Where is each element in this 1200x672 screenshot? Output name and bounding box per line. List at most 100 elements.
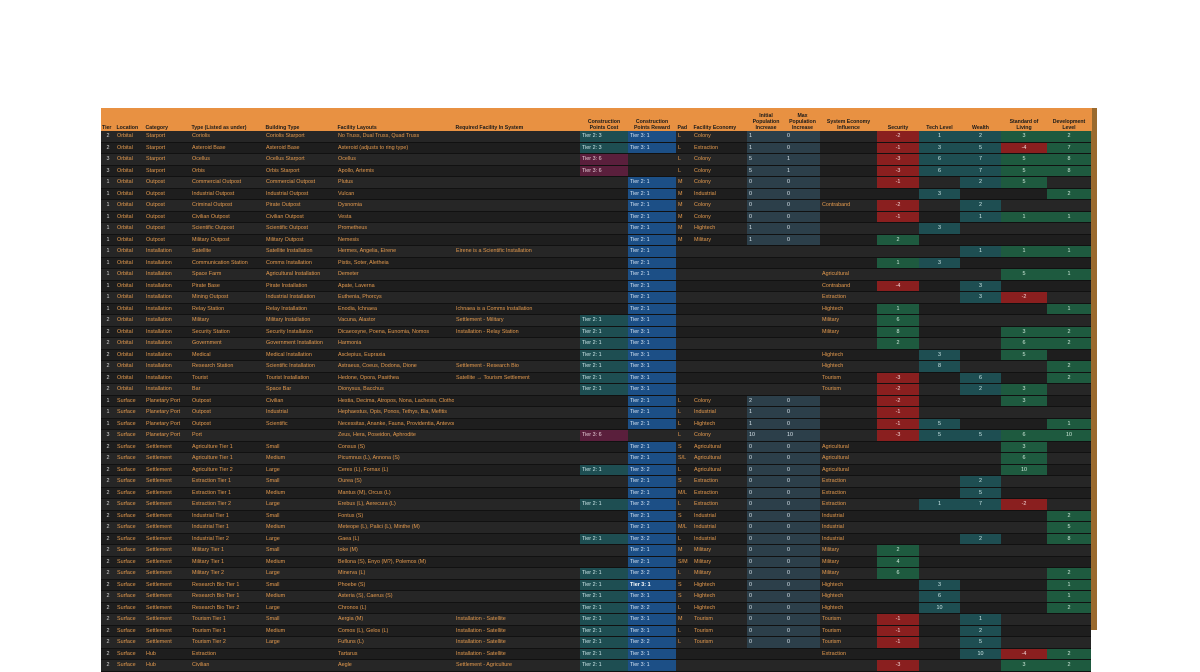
table-cell[interactable]: 6 [960,372,1001,384]
table-cell[interactable]: Large [264,464,336,476]
table-cell[interactable] [454,153,580,166]
table-cell[interactable] [454,579,580,591]
table-cell[interactable]: Tier 2: 1 [580,326,628,338]
table-cell[interactable] [692,291,747,304]
table-cell[interactable]: Extraction [820,648,877,660]
table-cell[interactable] [692,372,747,384]
table-cell[interactable] [747,257,785,269]
table-cell[interactable] [676,360,692,373]
table-cell[interactable]: 3 [919,257,960,269]
table-cell[interactable]: Settlement [144,544,190,557]
table-cell[interactable] [628,165,676,177]
table-cell[interactable]: 1 [1047,579,1091,591]
table-cell[interactable] [919,636,960,649]
table-cell[interactable]: 0 [785,498,820,511]
table-cell[interactable]: 0 [785,142,820,154]
table-cell[interactable]: 0 [747,475,785,488]
table-cell[interactable]: 0 [785,395,820,407]
table-cell[interactable]: Tier 2: 3 [580,142,628,154]
table-cell[interactable]: Industrial [264,406,336,419]
table-cell[interactable]: 2 [101,625,115,637]
table-cell[interactable]: 0 [785,510,820,522]
table-cell[interactable]: Tier 2: 1 [628,188,676,200]
table-cell[interactable] [747,383,785,396]
table-cell[interactable]: 1 [960,245,1001,258]
table-cell[interactable] [1047,441,1091,453]
table-cell[interactable]: 0 [747,510,785,522]
table-cell[interactable] [454,395,580,407]
table-cell[interactable]: Settlement [144,498,190,511]
table-cell[interactable]: 2 [1047,510,1091,522]
table-cell[interactable] [454,429,580,442]
table-cell[interactable]: M/L [676,521,692,534]
table-cell[interactable]: Scientific Outpost [190,222,264,235]
table-cell[interactable]: 10 [919,602,960,614]
table-cell[interactable]: Mantus (M), Orcus (L) [336,487,454,499]
table-cell[interactable]: Tier 2: 1 [580,337,628,350]
table-cell[interactable] [919,648,960,660]
table-cell[interactable]: Industrial Tier 1 [190,510,264,522]
table-cell[interactable]: Hightech [820,579,877,591]
table-cell[interactable]: Agriculture Tier 2 [190,464,264,476]
table-cell[interactable]: -2 [877,199,919,212]
table-cell[interactable]: M [676,211,692,223]
table-cell[interactable]: Tier 2: 1 [628,487,676,499]
table-cell[interactable]: 0 [747,498,785,511]
table-cell[interactable]: Starport [144,165,190,177]
table-cell[interactable] [454,383,580,396]
table-cell[interactable]: Tier 2: 1 [580,625,628,637]
table-cell[interactable] [747,314,785,327]
table-cell[interactable]: 1 [960,613,1001,626]
table-cell[interactable]: Tier 2: 1 [628,222,676,235]
table-cell[interactable]: Tier 2: 1 [580,579,628,591]
table-cell[interactable]: Gaea (L) [336,533,454,545]
table-cell[interactable]: 0 [785,556,820,568]
table-cell[interactable] [960,257,1001,269]
table-cell[interactable]: 2 [101,372,115,384]
table-cell[interactable]: Surface [115,498,144,511]
table-cell[interactable]: Surface [115,487,144,499]
table-cell[interactable] [1001,280,1047,292]
column-header[interactable]: Construction Points Reward [628,108,677,131]
table-cell[interactable]: 0 [747,521,785,534]
table-cell[interactable]: Colony [692,199,747,212]
table-cell[interactable] [919,406,960,419]
table-cell[interactable]: Tier 3: 2 [628,567,676,580]
table-cell[interactable]: Small [264,475,336,488]
table-cell[interactable]: Installation [144,257,190,269]
table-cell[interactable]: Demeter [336,268,454,281]
table-cell[interactable]: Tier 2: 1 [628,544,676,557]
table-cell[interactable]: Installation - Relay Station [454,326,580,338]
table-cell[interactable]: Hightech [820,349,877,361]
table-cell[interactable]: L [676,567,692,580]
table-cell[interactable] [1047,487,1091,499]
table-cell[interactable] [877,360,919,373]
table-cell[interactable] [1047,452,1091,465]
table-cell[interactable]: Large [264,498,336,511]
table-cell[interactable]: 2 [101,349,115,361]
table-cell[interactable]: Extraction [190,648,264,660]
table-cell[interactable] [1001,257,1047,269]
table-cell[interactable]: L [676,153,692,166]
table-cell[interactable]: 1 [101,234,115,246]
table-cell[interactable]: Pirate Base [190,280,264,292]
table-cell[interactable]: 2 [101,498,115,511]
table-cell[interactable]: Orbital [115,291,144,304]
table-cell[interactable]: Tourism [820,625,877,637]
table-cell[interactable]: Tourist Installation [264,372,336,384]
table-cell[interactable]: 2 [960,625,1001,637]
table-cell[interactable] [820,234,877,246]
table-cell[interactable]: Installation - Satellite [454,636,580,649]
table-cell[interactable]: 3 [919,188,960,200]
table-cell[interactable]: Nemesis [336,234,454,246]
table-cell[interactable] [960,590,1001,603]
table-cell[interactable] [580,211,628,223]
table-cell[interactable]: Tourism [820,613,877,626]
table-cell[interactable]: Surface [115,556,144,568]
table-cell[interactable] [264,648,336,660]
table-cell[interactable] [919,176,960,189]
table-cell[interactable] [820,153,877,166]
table-cell[interactable] [580,176,628,189]
table-cell[interactable]: Colony [692,395,747,407]
table-cell[interactable]: Communication Station [190,257,264,269]
